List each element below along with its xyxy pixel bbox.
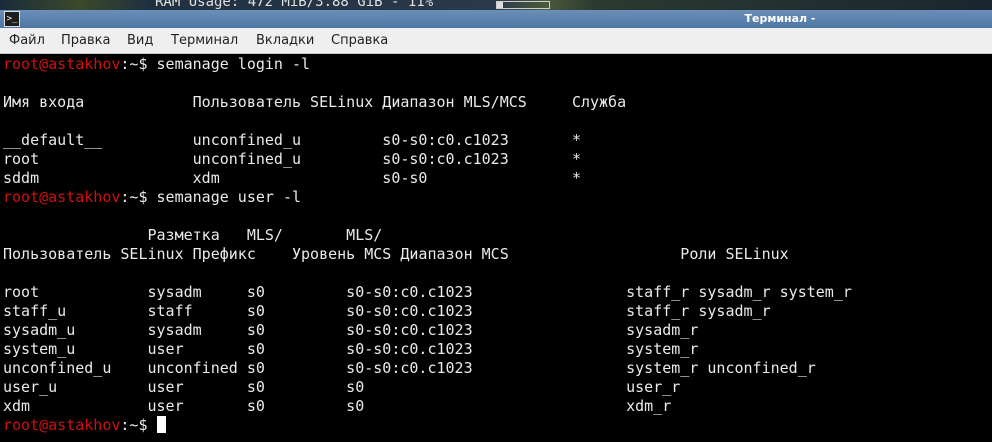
prompt-line: root@astakhov:~$ [3,416,166,435]
output-line: sysadm_u sysadm s0 s0-s0:c0.c1023 sysadm… [3,321,699,339]
menu-bar: Файл Правка Вид Терминал Вкладки Справка [0,28,992,54]
top-panel-strip: RAM Usage: 472 MiB/3.88 GiB - 11% [0,0,992,10]
output-line: Пользователь SELinux Префикс Уровень MCS… [3,245,789,263]
command-text: semanage login -l [156,55,311,73]
prompt-user-host: root@astakhov [3,416,121,434]
output-line: xdm user s0 s0 xdm_r [3,397,672,415]
menu-help[interactable]: Справка [331,33,388,49]
prompt-path: :~$ [120,416,157,434]
output-line: Разметка MLS/ MLS/ [3,226,383,244]
output-line: system_u user s0 s0-s0:c0.c1023 system_r [3,340,699,358]
ram-usage-label: RAM Usage: 472 MiB/3.88 GiB - 11% [155,0,434,10]
menu-edit[interactable]: Правка [61,33,110,49]
output-line: Имя входа Пользователь SELinux Диапазон … [3,93,627,111]
terminal-app-icon[interactable]: >_ [4,11,20,27]
prompt-user-host: root@astakhov [3,188,121,206]
output-line: root unconfined_u s0-s0:c0.c1023 * [3,150,581,168]
output-line: user_u user s0 s0 user_r [3,378,681,396]
menu-tabs[interactable]: Вкладки [256,33,314,49]
prompt-path: :~$ [120,55,157,73]
prompt-line: root@astakhov:~$ semanage user -l [3,188,301,207]
window-titlebar[interactable]: >_ Терминал - [0,10,992,28]
terminal-output[interactable]: root@astakhov:~$ semanage login -l Имя вх… [0,54,992,442]
output-line: __default__ unconfined_u s0-s0:c0.c1023 … [3,131,581,149]
text-cursor[interactable] [156,416,166,433]
prompt-user-host: root@astakhov [3,55,121,73]
ram-usage-bar [496,1,550,9]
menu-terminal[interactable]: Терминал [171,33,238,49]
output-line: root sysadm s0 s0-s0:c0.c1023 staff_r sy… [3,283,852,301]
prompt-path: :~$ [120,188,157,206]
output-line: sddm xdm s0-s0 * [3,169,581,187]
prompt-line: root@astakhov:~$ semanage login -l [3,55,310,74]
window-title: Терминал - [744,12,816,25]
output-line: unconfined_u unconfined s0 s0-s0:c0.c102… [3,359,816,377]
menu-view[interactable]: Вид [127,33,153,49]
output-line: staff_u staff s0 s0-s0:c0.c1023 staff_r … [3,302,771,320]
ram-usage-bar-fill [497,2,503,8]
menu-file[interactable]: Файл [9,33,45,49]
command-text: semanage user -l [156,188,302,206]
